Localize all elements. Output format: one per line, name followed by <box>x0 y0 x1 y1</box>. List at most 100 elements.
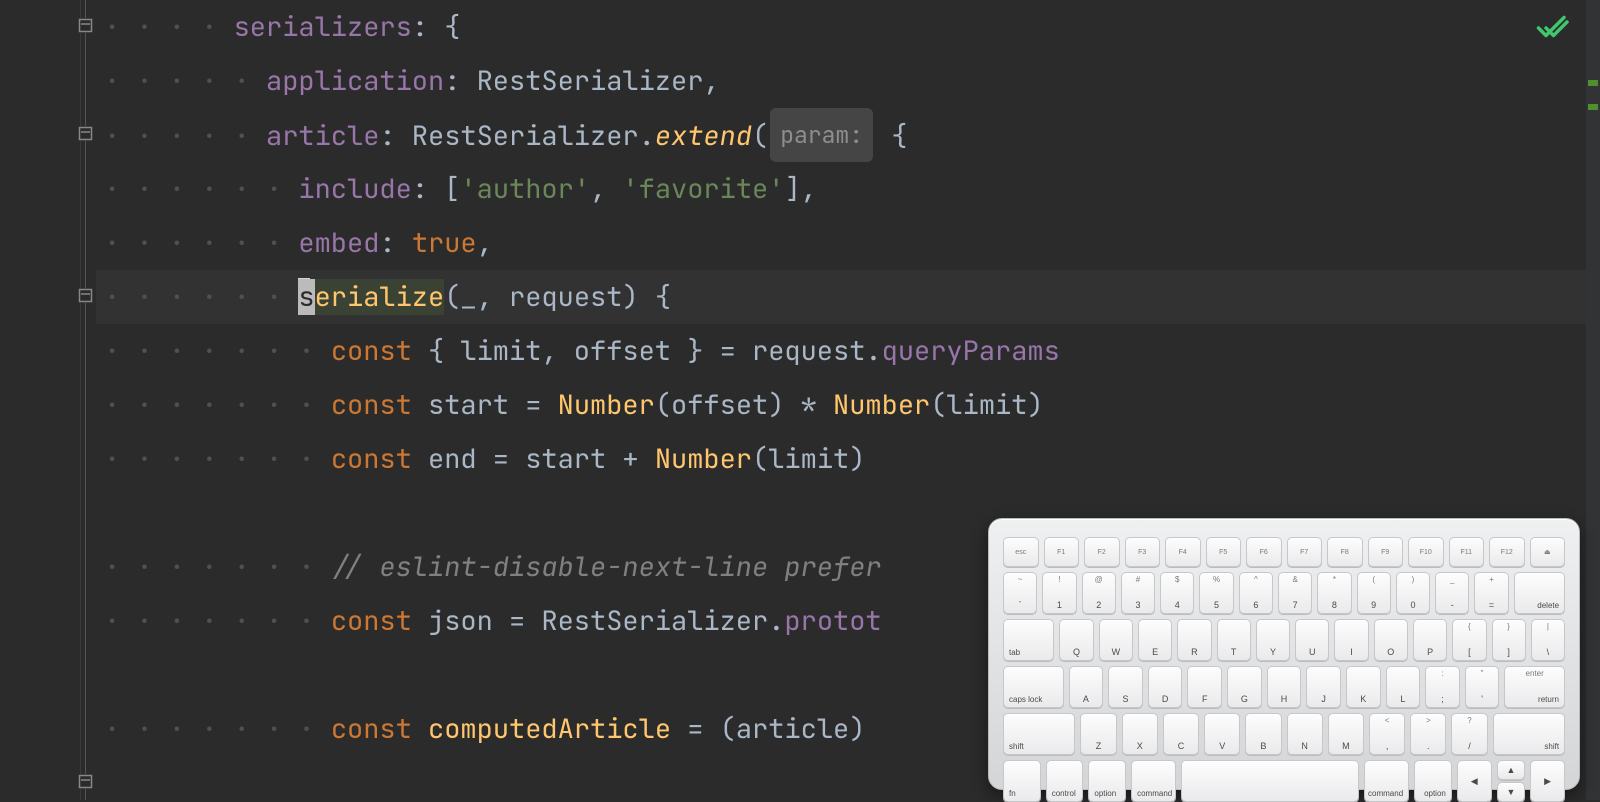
key[interactable]: U <box>1295 619 1329 661</box>
key[interactable]: *8 <box>1317 572 1351 614</box>
code-line[interactable]: · · · · · · · const end = start + Number… <box>96 432 1600 486</box>
key[interactable]: ~` <box>1003 572 1037 614</box>
key[interactable]: A <box>1069 666 1104 708</box>
code-token: json = RestSerializer. <box>412 603 785 639</box>
key[interactable]: command <box>1131 760 1176 802</box>
key[interactable]: R <box>1177 619 1211 661</box>
stripe-marker[interactable] <box>1588 104 1598 110</box>
key[interactable]: fn <box>1003 760 1041 802</box>
fold-toggle-icon[interactable] <box>78 288 93 303</box>
key[interactable]: S <box>1108 666 1143 708</box>
error-stripe[interactable] <box>1586 0 1600 800</box>
key[interactable]: N <box>1287 713 1323 755</box>
keyboard-row: fncontroloptioncommandcommandoption◀▲▼▶ <box>1003 760 1565 802</box>
fold-toggle-icon[interactable] <box>78 126 93 141</box>
key[interactable]: %5 <box>1199 572 1233 614</box>
key[interactable]: E <box>1138 619 1172 661</box>
key[interactable]: J <box>1306 666 1341 708</box>
code-line[interactable]: · · · · · application: RestSerializer, <box>96 54 1600 108</box>
key[interactable]: !1 <box>1042 572 1076 614</box>
key[interactable]: C <box>1163 713 1199 755</box>
key[interactable]: F10 <box>1408 537 1444 567</box>
key[interactable]: ▶ <box>1530 760 1565 802</box>
key[interactable]: Q <box>1059 619 1093 661</box>
key[interactable]: Z <box>1080 713 1116 755</box>
key[interactable]: :; <box>1425 666 1460 708</box>
key[interactable]: ^6 <box>1239 572 1273 614</box>
key[interactable]: F6 <box>1246 537 1282 567</box>
key[interactable]: K <box>1346 666 1381 708</box>
key[interactable]: H <box>1267 666 1302 708</box>
arrow-key-cluster: ▲▼ <box>1497 760 1526 802</box>
key[interactable]: #3 <box>1121 572 1155 614</box>
key[interactable]: @2 <box>1082 572 1116 614</box>
code-line[interactable]: · · · · · article: RestSerializer.extend… <box>96 108 1600 162</box>
key[interactable]: F5 <box>1206 537 1242 567</box>
code-line[interactable]: · · · · · · serialize(_, request) { <box>96 270 1600 324</box>
key[interactable]: enterreturn <box>1504 666 1565 708</box>
key[interactable] <box>1181 760 1359 802</box>
key[interactable]: delete <box>1514 572 1565 614</box>
key[interactable]: M <box>1328 713 1364 755</box>
key[interactable]: I <box>1334 619 1368 661</box>
key[interactable]: option <box>1414 760 1452 802</box>
key[interactable]: ⏏ <box>1530 537 1566 567</box>
code-line[interactable]: · · · · · · · const { limit, offset } = … <box>96 324 1600 378</box>
inspection-ok-icon[interactable] <box>1534 10 1570 51</box>
key[interactable]: L <box>1386 666 1421 708</box>
key[interactable]: tab <box>1003 619 1054 661</box>
fold-toggle-icon[interactable] <box>78 774 93 789</box>
code-line[interactable]: · · · · · · embed: true, <box>96 216 1600 270</box>
key[interactable]: option <box>1088 760 1126 802</box>
key[interactable]: >. <box>1410 713 1446 755</box>
key[interactable]: <, <box>1369 713 1405 755</box>
key[interactable]: V <box>1204 713 1240 755</box>
key[interactable]: shift <box>1493 713 1565 755</box>
key[interactable]: B <box>1245 713 1281 755</box>
key[interactable]: += <box>1474 572 1508 614</box>
code-line[interactable]: · · · · · · · const start = Number(offse… <box>96 378 1600 432</box>
code-line[interactable]: · · · · · · include: ['author', 'favorit… <box>96 162 1600 216</box>
key[interactable]: W <box>1099 619 1133 661</box>
code-line[interactable]: · · · · serializers: { <box>96 0 1600 54</box>
fold-toggle-icon[interactable] <box>78 18 93 33</box>
key[interactable]: _- <box>1435 572 1469 614</box>
key[interactable]: }] <box>1492 619 1526 661</box>
key[interactable]: esc <box>1003 537 1039 567</box>
key[interactable]: "' <box>1465 666 1500 708</box>
key[interactable]: ◀ <box>1457 760 1492 802</box>
key[interactable]: O <box>1374 619 1408 661</box>
key[interactable]: caps lock <box>1003 666 1064 708</box>
key[interactable]: F2 <box>1084 537 1120 567</box>
stripe-marker[interactable] <box>1588 80 1598 86</box>
key[interactable]: command <box>1364 760 1409 802</box>
code-token: Number <box>833 387 930 423</box>
key[interactable]: &7 <box>1278 572 1312 614</box>
key[interactable]: F12 <box>1489 537 1525 567</box>
key[interactable]: (9 <box>1357 572 1391 614</box>
key[interactable]: shift <box>1003 713 1075 755</box>
key[interactable]: F7 <box>1287 537 1323 567</box>
key[interactable]: P <box>1413 619 1447 661</box>
key[interactable]: F4 <box>1165 537 1201 567</box>
key[interactable]: F8 <box>1327 537 1363 567</box>
key[interactable]: D <box>1148 666 1183 708</box>
key[interactable]: ▼ <box>1497 782 1526 802</box>
key[interactable]: control <box>1046 760 1084 802</box>
key[interactable]: F <box>1187 666 1222 708</box>
key[interactable]: T <box>1217 619 1251 661</box>
key[interactable]: F3 <box>1125 537 1161 567</box>
key[interactable]: G <box>1227 666 1262 708</box>
keyboard-keys: escF1F2F3F4F5F6F7F8F9F10F11F12⏏ ~`!1@2#3$… <box>1003 537 1565 775</box>
key[interactable]: )0 <box>1396 572 1430 614</box>
key[interactable]: X <box>1122 713 1158 755</box>
key[interactable]: Y <box>1256 619 1290 661</box>
key[interactable]: {[ <box>1452 619 1486 661</box>
key[interactable]: ▲ <box>1497 760 1526 780</box>
key[interactable]: F1 <box>1044 537 1080 567</box>
key[interactable]: F9 <box>1368 537 1404 567</box>
key[interactable]: F11 <box>1449 537 1485 567</box>
key[interactable]: $4 <box>1160 572 1194 614</box>
key[interactable]: |\ <box>1531 619 1565 661</box>
key[interactable]: ?/ <box>1451 713 1487 755</box>
